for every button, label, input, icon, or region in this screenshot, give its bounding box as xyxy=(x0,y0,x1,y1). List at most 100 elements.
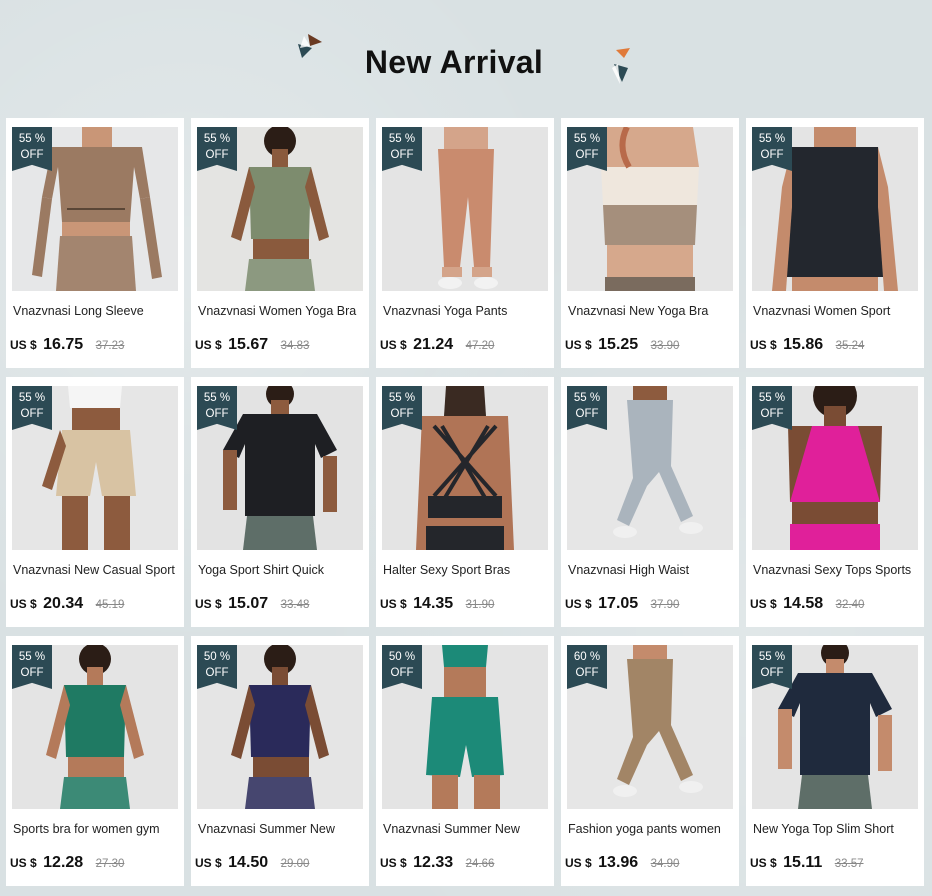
product-name-link[interactable]: Fashion yoga pants women xyxy=(568,822,734,836)
discount-percent: 55 % xyxy=(758,392,786,404)
product-name-link[interactable]: Vnazvnasi High Waist xyxy=(568,563,734,577)
price-row: US $ 13.96 34.90 xyxy=(565,854,679,872)
discount-percent: 55 % xyxy=(573,392,601,404)
discount-percent: 55 % xyxy=(203,133,231,145)
discount-badge: 55 % OFF xyxy=(382,386,422,430)
price-row: US $ 16.75 37.23 xyxy=(10,336,124,354)
discount-off-label: OFF xyxy=(390,667,414,679)
product-card[interactable]: 55 % OFF Vnazvnasi Women Yoga Bra US $ 1… xyxy=(191,118,369,368)
discount-percent: 50 % xyxy=(388,651,416,663)
product-name-link[interactable]: Halter Sexy Sport Bras xyxy=(383,563,549,577)
product-card[interactable]: 55 % OFF Sports bra for women gym US $ 1… xyxy=(6,636,184,886)
price-row: US $ 15.86 35.24 xyxy=(750,336,864,354)
product-card[interactable]: 55 % OFF Vnazvnasi Yoga Pants US $ 21.24… xyxy=(376,118,554,368)
price-row: US $ 12.28 27.30 xyxy=(10,854,124,872)
currency-label: US $ xyxy=(195,856,222,870)
original-price: 31.90 xyxy=(465,599,495,611)
original-price: 34.83 xyxy=(280,340,310,352)
product-name-link[interactable]: Vnazvnasi Long Sleeve xyxy=(13,304,179,318)
sale-price: 14.58 xyxy=(783,595,824,612)
original-price: 45.19 xyxy=(95,599,125,611)
original-price: 37.23 xyxy=(95,340,125,352)
product-card[interactable]: 60 % OFF Fashion yoga pants women US $ 1… xyxy=(561,636,739,886)
product-name-link[interactable]: Vnazvnasi New Casual Sport xyxy=(13,563,179,577)
discount-percent: 55 % xyxy=(573,133,601,145)
discount-percent: 60 % xyxy=(573,651,601,663)
product-name-link[interactable]: Vnazvnasi Women Sport xyxy=(753,304,919,318)
original-price: 35.24 xyxy=(835,340,865,352)
price-row: US $ 15.11 33.57 xyxy=(750,854,864,872)
product-name-link[interactable]: New Yoga Top Slim Short xyxy=(753,822,919,836)
page-title: New Arrival xyxy=(364,44,544,80)
discount-badge: 55 % OFF xyxy=(12,127,52,171)
price-row: US $ 21.24 47.20 xyxy=(380,336,494,354)
discount-off-label: OFF xyxy=(575,149,599,161)
discount-badge: 50 % OFF xyxy=(197,645,237,689)
product-card[interactable]: 50 % OFF Vnazvnasi Summer New US $ 14.50… xyxy=(191,636,369,886)
sale-price: 15.86 xyxy=(783,336,824,353)
discount-off-label: OFF xyxy=(760,667,784,679)
discount-percent: 55 % xyxy=(758,651,786,663)
original-price: 33.57 xyxy=(834,858,864,870)
product-name-link[interactable]: Yoga Sport Shirt Quick xyxy=(198,563,364,577)
product-card[interactable]: 50 % OFF Vnazvnasi Summer New US $ 12.33… xyxy=(376,636,554,886)
sale-price: 20.34 xyxy=(43,595,84,612)
product-card[interactable]: 55 % OFF Vnazvnasi High Waist US $ 17.05… xyxy=(561,377,739,627)
discount-percent: 55 % xyxy=(388,133,416,145)
discount-off-label: OFF xyxy=(20,149,44,161)
discount-off-label: OFF xyxy=(390,408,414,420)
discount-off-label: OFF xyxy=(205,408,229,420)
discount-percent: 55 % xyxy=(18,392,46,404)
product-card[interactable]: 55 % OFF Vnazvnasi New Casual Sport US $… xyxy=(6,377,184,627)
discount-off-label: OFF xyxy=(20,667,44,679)
currency-label: US $ xyxy=(750,597,777,611)
product-card[interactable]: 55 % OFF Vnazvnasi Women Sport US $ 15.8… xyxy=(746,118,924,368)
currency-label: US $ xyxy=(750,338,777,352)
discount-percent: 55 % xyxy=(203,392,231,404)
product-card[interactable]: 55 % OFF Yoga Sport Shirt Quick US $ 15.… xyxy=(191,377,369,627)
discount-percent: 50 % xyxy=(203,651,231,663)
sale-price: 15.25 xyxy=(598,336,639,353)
discount-percent: 55 % xyxy=(18,651,46,663)
original-price: 33.90 xyxy=(650,340,680,352)
discount-off-label: OFF xyxy=(760,408,784,420)
currency-label: US $ xyxy=(195,338,222,352)
discount-badge: 55 % OFF xyxy=(12,386,52,430)
product-grid: 55 % OFF Vnazvnasi Long Sleeve US $ 16.7… xyxy=(6,118,924,886)
discount-badge: 60 % OFF xyxy=(567,645,607,689)
sale-price: 16.75 xyxy=(43,336,84,353)
product-name-link[interactable]: Vnazvnasi Women Yoga Bra xyxy=(198,304,364,318)
discount-off-label: OFF xyxy=(205,667,229,679)
product-name-link[interactable]: Vnazvnasi Yoga Pants xyxy=(383,304,549,318)
product-name-link[interactable]: Vnazvnasi Sexy Tops Sports xyxy=(753,563,919,577)
discount-badge: 55 % OFF xyxy=(752,645,792,689)
price-row: US $ 15.67 34.83 xyxy=(195,336,309,354)
discount-badge: 55 % OFF xyxy=(12,645,52,689)
product-card[interactable]: 55 % OFF Halter Sexy Sport Bras US $ 14.… xyxy=(376,377,554,627)
product-name-link[interactable]: Vnazvnasi New Yoga Bra xyxy=(568,304,734,318)
product-card[interactable]: 55 % OFF Vnazvnasi Sexy Tops Sports US $… xyxy=(746,377,924,627)
product-name-link[interactable]: Sports bra for women gym xyxy=(13,822,179,836)
discount-badge: 55 % OFF xyxy=(567,386,607,430)
currency-label: US $ xyxy=(10,856,37,870)
product-name-link[interactable]: Vnazvnasi Summer New xyxy=(198,822,364,836)
sale-price: 15.07 xyxy=(228,595,269,612)
price-row: US $ 17.05 37.90 xyxy=(565,595,679,613)
product-card[interactable]: 55 % OFF Vnazvnasi Long Sleeve US $ 16.7… xyxy=(6,118,184,368)
original-price: 24.66 xyxy=(465,858,495,870)
discount-off-label: OFF xyxy=(760,149,784,161)
product-card[interactable]: 55 % OFF Vnazvnasi New Yoga Bra US $ 15.… xyxy=(561,118,739,368)
section-header: New Arrival xyxy=(0,0,932,112)
price-row: US $ 14.35 31.90 xyxy=(380,595,494,613)
price-row: US $ 14.50 29.00 xyxy=(195,854,309,872)
price-row: US $ 15.07 33.48 xyxy=(195,595,309,613)
discount-off-label: OFF xyxy=(575,667,599,679)
sale-price: 15.67 xyxy=(228,336,269,353)
product-name-link[interactable]: Vnazvnasi Summer New xyxy=(383,822,549,836)
sale-price: 13.96 xyxy=(598,854,639,871)
currency-label: US $ xyxy=(10,597,37,611)
original-price: 29.00 xyxy=(280,858,310,870)
original-price: 33.48 xyxy=(280,599,310,611)
product-card[interactable]: 55 % OFF New Yoga Top Slim Short US $ 15… xyxy=(746,636,924,886)
discount-badge: 55 % OFF xyxy=(752,127,792,171)
